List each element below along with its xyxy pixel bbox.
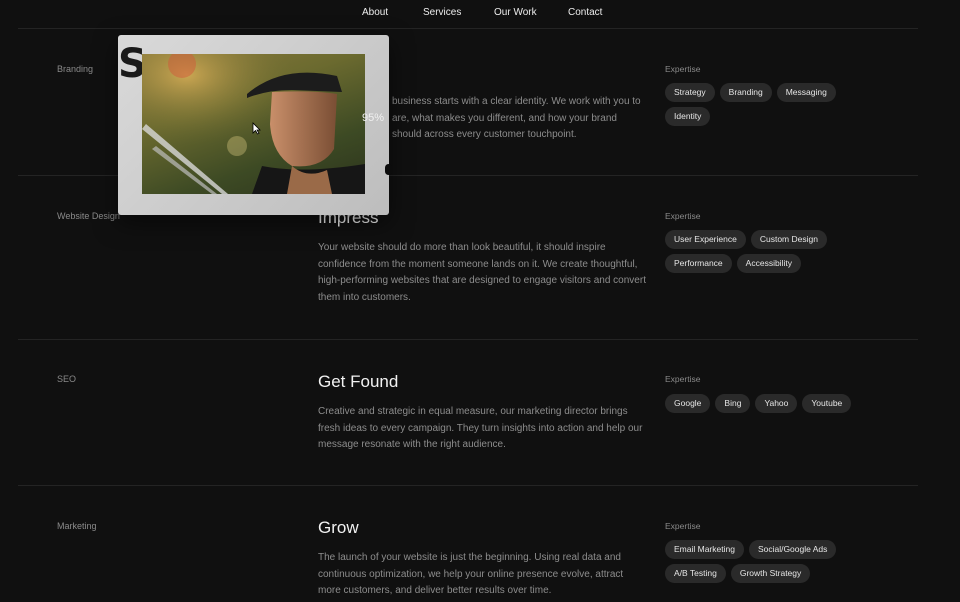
service-description: The launch of your website is just the b…: [318, 552, 624, 596]
expertise-tag[interactable]: Email Marketing: [665, 540, 744, 559]
expertise-tag[interactable]: Accessibility: [736, 254, 801, 273]
nav-about-link[interactable]: About: [362, 7, 388, 18]
nav-services-link[interactable]: Services: [423, 7, 461, 18]
service-label: Branding: [57, 64, 94, 74]
expertise-tags: Email Marketing Social/Google Ads A/B Te…: [665, 540, 845, 583]
top-nav: About Services Our Work Contact: [0, 0, 960, 26]
service-label: Marketing: [57, 521, 97, 531]
progress-percent: 95%: [362, 112, 385, 124]
expertise-tag[interactable]: Custom Design: [750, 230, 827, 249]
expertise-tags: User Experience Custom Design Performanc…: [665, 230, 855, 273]
expertise-tag[interactable]: Strategy: [665, 83, 715, 102]
expertise-tag[interactable]: Yahoo: [755, 394, 798, 413]
divider: [18, 485, 918, 486]
expertise-tag[interactable]: Social/Google Ads: [748, 540, 837, 559]
service-title: Grow: [318, 518, 359, 537]
expertise-tag[interactable]: Google: [665, 394, 711, 413]
service-label: Website Design: [57, 211, 120, 221]
nav-contact-link[interactable]: Contact: [568, 7, 602, 18]
expertise-label: Expertise: [665, 521, 701, 531]
service-label: SEO: [57, 374, 77, 384]
expertise-tag[interactable]: Youtube: [802, 394, 852, 413]
nav-our-work-link[interactable]: Our Work: [494, 7, 537, 18]
expertise-tag[interactable]: Growth Strategy: [730, 564, 811, 583]
expertise-tags: Strategy Branding Messaging Identity: [665, 83, 885, 126]
mouse-pointer-icon: [252, 122, 261, 135]
service-description: Creative and strategic in equal measure,…: [318, 406, 643, 450]
expertise-tag[interactable]: Messaging: [776, 83, 836, 102]
expertise-tag[interactable]: A/B Testing: [665, 564, 726, 583]
expertise-tags: Google Bing Yahoo Youtube: [665, 394, 885, 413]
expertise-label: Expertise: [665, 211, 701, 221]
expertise-tag[interactable]: User Experience: [665, 230, 746, 249]
cursor-dot-icon: [385, 164, 392, 175]
expertise-label: Expertise: [665, 374, 701, 384]
divider: [18, 339, 918, 340]
expertise-tag[interactable]: Performance: [665, 254, 732, 273]
expertise-tag[interactable]: Bing: [715, 394, 751, 413]
service-title: Get Found: [318, 372, 399, 391]
service-description: Your website should do more than look be…: [318, 242, 646, 303]
expertise-label: Expertise: [665, 64, 701, 74]
expertise-tag[interactable]: Branding: [719, 83, 772, 102]
expertise-tag[interactable]: Identity: [665, 107, 711, 126]
divider: [18, 28, 918, 29]
service-description: business starts with a clear identity. W…: [392, 96, 641, 140]
